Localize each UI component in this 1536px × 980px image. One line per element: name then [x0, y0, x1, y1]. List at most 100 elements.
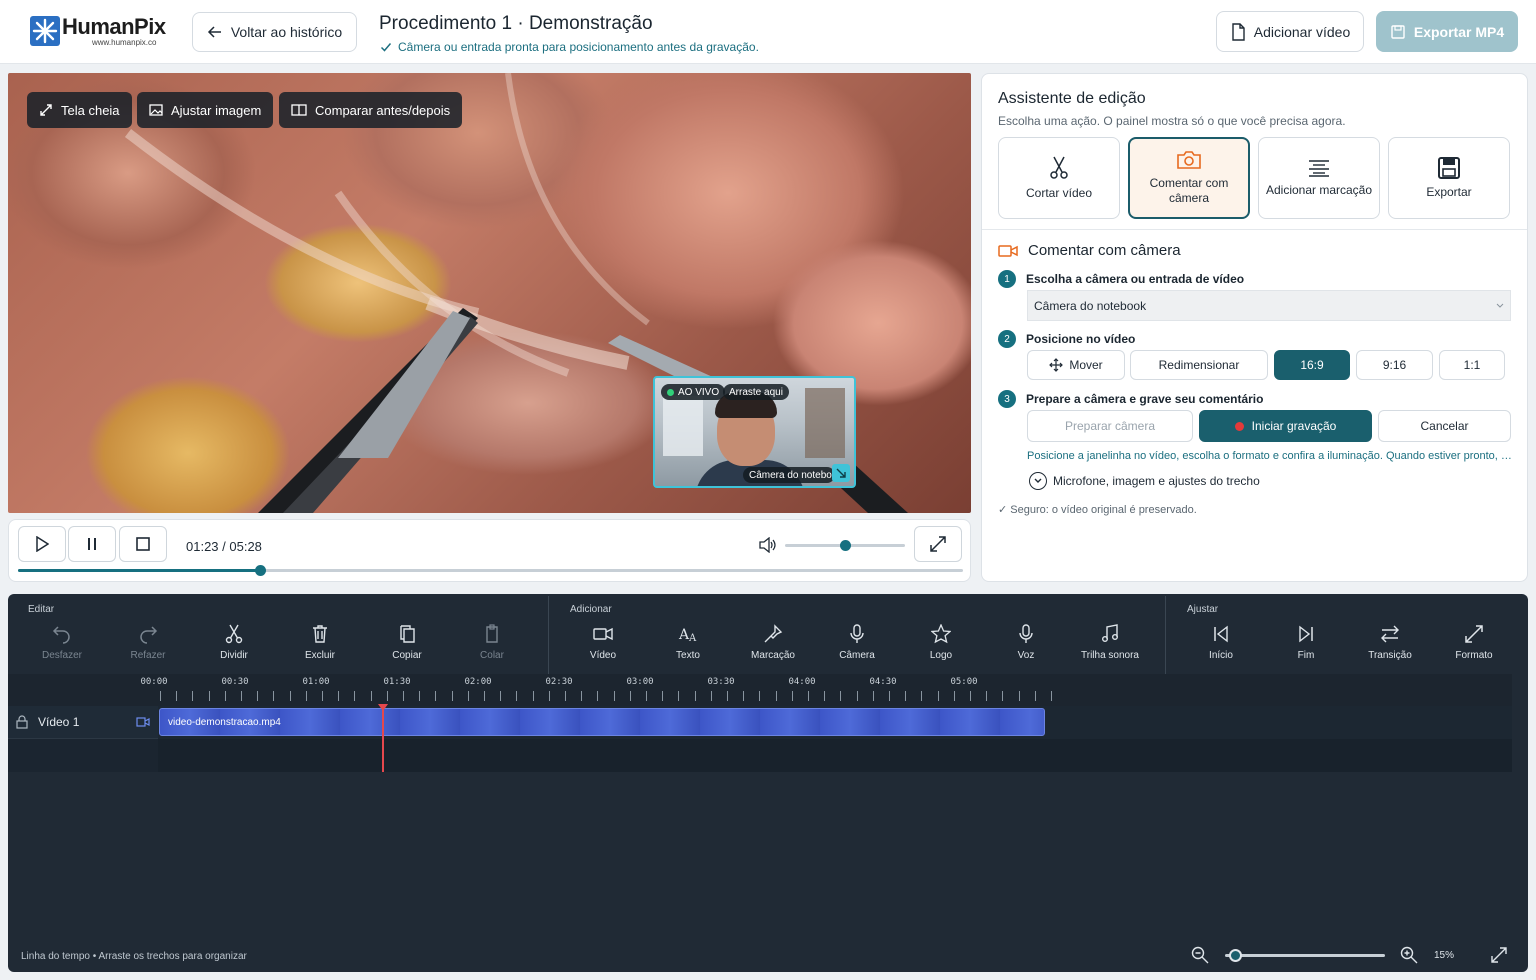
- add-soundtrack-tool[interactable]: Trilha sonora: [1070, 624, 1150, 661]
- ratio-9-16-button[interactable]: 9:16: [1356, 350, 1433, 380]
- group-edit-label: Editar: [28, 604, 55, 615]
- adjust-image-label: Ajustar imagem: [171, 102, 262, 118]
- fullscreen-label: Tela cheia: [61, 102, 120, 118]
- ruler-tick: [548, 691, 550, 701]
- ruler-tick: [305, 691, 307, 701]
- ruler-tick: [759, 691, 761, 701]
- go-end-tool[interactable]: Fim: [1266, 624, 1346, 661]
- card-add-marking[interactable]: Adicionar marcação: [1258, 137, 1380, 219]
- camera-pip-window[interactable]: AO VIVO Arraste aqui Câmera do notebook: [653, 376, 856, 488]
- ratio-16-9-button[interactable]: 16:9: [1274, 350, 1350, 380]
- video-preview[interactable]: Tela cheia Ajustar imagem Comparar antes…: [8, 73, 971, 513]
- volume-knob[interactable]: [840, 540, 851, 551]
- add-soundtrack-label: Trilha sonora: [1081, 650, 1139, 661]
- panel-divider: [982, 229, 1527, 230]
- camera-select[interactable]: Câmera do notebook: [1027, 290, 1511, 321]
- pip-resize-handle[interactable]: [832, 464, 850, 482]
- player-fullscreen-button[interactable]: [914, 526, 962, 562]
- volume-icon[interactable]: [759, 537, 777, 553]
- pip-background-shelf: [805, 388, 845, 458]
- split-button[interactable]: Dividir: [194, 624, 274, 661]
- ruler-label: 01:00: [302, 677, 330, 687]
- track-lane-empty[interactable]: [158, 739, 1512, 772]
- fullscreen-overlay-button[interactable]: Tela cheia: [27, 92, 132, 128]
- drag-handle[interactable]: Arraste aqui: [723, 384, 789, 400]
- step-3: 3 Prepare a câmera e grave seu comentári…: [998, 390, 1263, 408]
- chevron-down-circle-icon: [1029, 472, 1047, 490]
- ratio-1-1-button[interactable]: 1:1: [1439, 350, 1505, 380]
- ruler-tick: [467, 691, 469, 701]
- card-cut-video[interactable]: Cortar vídeo: [998, 137, 1120, 219]
- start-recording-button[interactable]: Iniciar gravação: [1199, 410, 1372, 442]
- section-title-text: Comentar com câmera: [1028, 242, 1181, 259]
- move-icon: [1049, 358, 1064, 372]
- redo-label: Refazer: [130, 650, 166, 661]
- seek-knob[interactable]: [255, 565, 266, 576]
- cancel-button[interactable]: Cancelar: [1378, 410, 1511, 442]
- card-comment-camera[interactable]: Comentar com câmera: [1128, 137, 1250, 219]
- transition-tool[interactable]: Transição: [1350, 624, 1430, 661]
- zoom-slider[interactable]: [1225, 954, 1385, 957]
- add-camera-label: Câmera: [839, 650, 875, 661]
- zoom-in-icon[interactable]: [1400, 946, 1418, 964]
- time-ruler[interactable]: 00:00 00:30 01:00 01:30 02:00 02:30 03:00 03:30…: [8, 674, 1512, 706]
- player-controls: 01:23 / 05:28: [8, 519, 971, 582]
- delete-button[interactable]: Excluir: [280, 624, 360, 661]
- save-icon: [1438, 156, 1460, 179]
- step-3-number: 3: [998, 390, 1016, 408]
- ruler-label: 03:30: [707, 677, 735, 687]
- resize-button[interactable]: Redimensionar: [1130, 350, 1268, 380]
- lock-icon[interactable]: [16, 715, 28, 729]
- ruler-tick: [160, 691, 161, 701]
- mic-settings-expander[interactable]: Microfone, imagem e ajustes do trecho: [1029, 472, 1260, 490]
- adjust-image-button[interactable]: Ajustar imagem: [137, 92, 274, 128]
- move-button[interactable]: Mover: [1027, 350, 1125, 380]
- save-icon: [1391, 24, 1405, 39]
- ruler-tick: [1018, 691, 1020, 701]
- add-logo-tool[interactable]: Logo: [901, 624, 981, 661]
- track-header-video-1[interactable]: Vídeo 1: [8, 706, 158, 739]
- add-video-button[interactable]: Adicionar vídeo: [1216, 11, 1364, 52]
- ruler-tick: [889, 691, 890, 701]
- microphone-icon: [1019, 624, 1033, 643]
- add-marking-tool[interactable]: Marcação: [733, 624, 813, 661]
- redo-button[interactable]: Refazer: [108, 624, 188, 661]
- go-start-tool[interactable]: Início: [1181, 624, 1261, 661]
- add-camera-tool[interactable]: Câmera: [817, 624, 897, 661]
- ruler-tick: [289, 691, 291, 701]
- format-tool[interactable]: Formato: [1434, 624, 1514, 661]
- add-video-tool[interactable]: Vídeo: [563, 624, 643, 661]
- pin-marker-icon: [764, 624, 783, 643]
- pause-button[interactable]: [68, 526, 116, 562]
- video-clip[interactable]: video-demonstracao.mp4: [159, 708, 1045, 736]
- logo-flake-icon: [30, 16, 60, 46]
- undo-button[interactable]: Desfazer: [22, 624, 102, 661]
- svg-text:A: A: [688, 633, 697, 644]
- compare-before-after-button[interactable]: Comparar antes/depois: [279, 92, 463, 128]
- toolbar-separator: [548, 596, 549, 674]
- copy-button[interactable]: Copiar: [367, 624, 447, 661]
- add-voice-tool[interactable]: Voz: [986, 624, 1066, 661]
- prepare-camera-button[interactable]: Preparar câmera: [1027, 410, 1193, 442]
- playhead[interactable]: [382, 704, 384, 772]
- ruler-tick: [986, 691, 988, 701]
- card-export[interactable]: Exportar: [1388, 137, 1510, 219]
- expander-label: Microfone, imagem e ajustes do trecho: [1053, 474, 1260, 488]
- add-marking-label: Marcação: [751, 650, 795, 661]
- back-to-history-button[interactable]: Voltar ao histórico: [192, 12, 357, 52]
- app-header: HumanPix www.humanpix.co Voltar ao histó…: [0, 0, 1536, 64]
- add-text-tool[interactable]: AA Texto: [648, 624, 728, 661]
- export-mp4-button[interactable]: Exportar MP4: [1376, 11, 1518, 52]
- ruler-tick: [484, 691, 485, 701]
- zoom-knob[interactable]: [1229, 949, 1242, 962]
- add-video-tool-label: Vídeo: [589, 650, 617, 661]
- expand-icon[interactable]: [1490, 946, 1508, 964]
- track-header-empty: [8, 739, 158, 772]
- playhead-handle[interactable]: [378, 704, 388, 711]
- stop-button[interactable]: [119, 526, 167, 562]
- back-label: Voltar ao histórico: [230, 24, 343, 40]
- play-button[interactable]: [18, 526, 66, 562]
- music-note-icon: [1102, 624, 1118, 642]
- zoom-out-icon[interactable]: [1191, 946, 1209, 964]
- paste-button[interactable]: Colar: [452, 624, 532, 661]
